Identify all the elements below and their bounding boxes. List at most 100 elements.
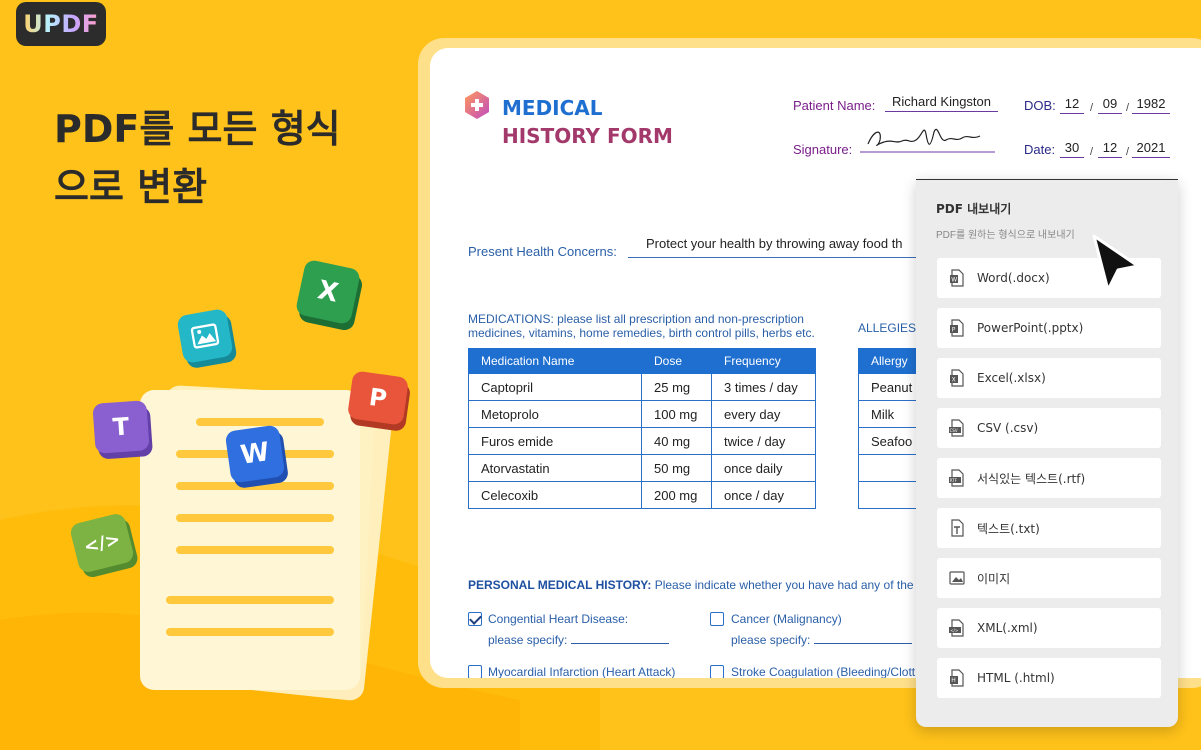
export-text-button[interactable]: 텍스트(.txt) (937, 508, 1161, 548)
heart-attack-checkbox[interactable] (468, 665, 482, 678)
dob-month-field[interactable]: 09 (1098, 96, 1122, 114)
date-month-field[interactable]: 12 (1098, 140, 1122, 158)
dob-label: DOB: (1024, 98, 1056, 113)
medications-heading-label: MEDICATIONS: (468, 312, 554, 326)
export-item-label: CSV (.csv) (977, 421, 1039, 435)
export-item-label: 서식있는 텍스트(.rtf) (977, 471, 1086, 486)
table-cell[interactable]: once / day (711, 481, 816, 509)
personal-history-note: Please indicate whether you have had any… (651, 578, 914, 592)
present-health-field[interactable]: Protect your health by throwing away foo… (628, 236, 928, 258)
export-excel-button[interactable]: X Excel(.xlsx) (937, 358, 1161, 398)
table-cell[interactable]: 50 mg (641, 454, 712, 482)
medications-heading: MEDICATIONS: please list all prescriptio… (468, 312, 828, 340)
condition-label-congenital: Congential Heart Disease: (488, 612, 629, 626)
svg-text:W: W (951, 277, 957, 284)
table-cell[interactable]: 25 mg (641, 373, 712, 401)
table-cell[interactable]: every day (711, 400, 816, 428)
powerpoint-file-icon: P (950, 319, 964, 337)
personal-history-heading: PERSONAL MEDICAL HISTORY: Please indicat… (468, 578, 914, 592)
export-item-label: Excel(.xlsx) (977, 371, 1046, 385)
export-panel-subtitle: PDF를 원하는 형식으로 내보내기 (936, 230, 1075, 241)
specify-label: please specify: (731, 633, 811, 647)
table-cell[interactable]: 3 times / day (711, 373, 816, 401)
export-powerpoint-button[interactable]: P PowerPoint(.pptx) (937, 308, 1161, 348)
export-rtf-button[interactable]: RTF 서식있는 텍스트(.rtf) (937, 458, 1161, 498)
column-header-dose: Dose (641, 348, 712, 374)
date-day-field[interactable]: 30 (1060, 140, 1084, 158)
table-cell[interactable]: Celecoxib (468, 481, 642, 509)
text-tile-icon: T (92, 400, 150, 454)
present-health-label: Present Health Concerns: (468, 244, 617, 259)
date-year-field[interactable]: 2021 (1132, 140, 1170, 158)
form-title-line-1: MEDICAL (502, 96, 603, 120)
medical-cross-icon (465, 91, 489, 119)
table-cell[interactable]: once daily (711, 454, 816, 482)
svg-text:P: P (952, 327, 956, 334)
svg-text:H: H (951, 677, 956, 684)
export-html-button[interactable]: H HTML (.html) (937, 658, 1161, 698)
specify-cancer-field[interactable] (814, 634, 913, 644)
export-csv-button[interactable]: CSV CSV (.csv) (937, 408, 1161, 448)
condition-label-cancer: Cancer (Malignancy) (731, 612, 842, 626)
date-label: Date: (1024, 142, 1056, 157)
condition-label-stroke: Stroke Coagulation (Bleeding/Clott (731, 665, 916, 678)
excel-file-icon: X (950, 369, 964, 387)
svg-text:RTF: RTF (950, 478, 958, 483)
specify-label: please specify: (488, 633, 568, 647)
signature-label: Signature: (793, 142, 853, 157)
specify-cancer: please specify: (731, 633, 913, 647)
export-xml-button[interactable]: </> XML(.xml) (937, 608, 1161, 648)
table-row: Captopril 25 mg 3 times / day (468, 373, 816, 401)
documents-illustration: X P T W </> (60, 250, 430, 710)
table-cell[interactable]: 100 mg (641, 400, 712, 428)
table-cell[interactable]: Captopril (468, 373, 642, 401)
patient-name-field[interactable]: Richard Kingston (885, 94, 998, 112)
headline: PDF를 모든 형식 으로 변환 (54, 100, 341, 216)
stroke-checkbox[interactable] (710, 665, 724, 678)
text-file-icon (951, 519, 964, 537)
table-cell[interactable]: Metoprolo (468, 400, 642, 428)
signature-graphic[interactable] (860, 120, 995, 156)
date-slash-2: / (1126, 146, 1130, 158)
table-row: Atorvastatin 50 mg once daily (468, 454, 816, 482)
export-item-label: PowerPoint(.pptx) (977, 321, 1084, 335)
export-item-label: XML(.xml) (977, 621, 1038, 635)
svg-text:</>: </> (950, 628, 958, 633)
allergies-heading: ALLEGIES (858, 321, 917, 335)
table-cell[interactable]: 200 mg (641, 481, 712, 509)
svg-text:CSV: CSV (950, 428, 958, 433)
cancer-checkbox[interactable] (710, 612, 724, 626)
export-item-label: 이미지 (977, 571, 1011, 586)
table-cell[interactable]: Furos emide (468, 427, 642, 455)
table-row: Celecoxib 200 mg once / day (468, 481, 816, 509)
table-header-row: Medication Name Dose Frequency (468, 348, 816, 374)
specify-congenital-field[interactable] (571, 634, 670, 644)
export-image-button[interactable]: 이미지 (937, 558, 1161, 598)
powerpoint-tile-icon: P (346, 370, 410, 426)
dob-day-field[interactable]: 12 (1060, 96, 1084, 114)
csv-file-icon: CSV (949, 419, 964, 437)
table-row: Metoprolo 100 mg every day (468, 400, 816, 428)
personal-history-label: PERSONAL MEDICAL HISTORY: (468, 578, 652, 592)
congenital-heart-checkbox[interactable] (468, 612, 482, 626)
image-file-icon (949, 571, 965, 585)
xml-file-icon: </> (949, 619, 964, 637)
table-cell[interactable]: twice / day (711, 427, 816, 455)
image-tile-icon (176, 308, 234, 364)
export-item-label: 텍스트(.txt) (977, 521, 1040, 536)
headline-line-2: 으로 변환 (54, 165, 208, 209)
table-cell[interactable]: Atorvastatin (468, 454, 642, 482)
table-cell[interactable]: 40 mg (641, 427, 712, 455)
rtf-file-icon: RTF (949, 469, 964, 487)
export-item-label: HTML (.html) (977, 671, 1055, 685)
column-header-medication: Medication Name (468, 348, 642, 374)
headline-line-1: PDF를 모든 형식 (54, 107, 341, 151)
mouse-pointer-icon (1092, 234, 1140, 292)
updf-logo: UPDF (16, 2, 106, 46)
dob-slash-1: / (1090, 102, 1094, 114)
excel-tile-icon: X (294, 258, 362, 326)
patient-name-label: Patient Name: (793, 98, 876, 113)
dob-slash-2: / (1126, 102, 1130, 114)
dob-year-field[interactable]: 1982 (1132, 96, 1170, 114)
form-title: MEDICAL HISTORY FORM (502, 94, 673, 150)
